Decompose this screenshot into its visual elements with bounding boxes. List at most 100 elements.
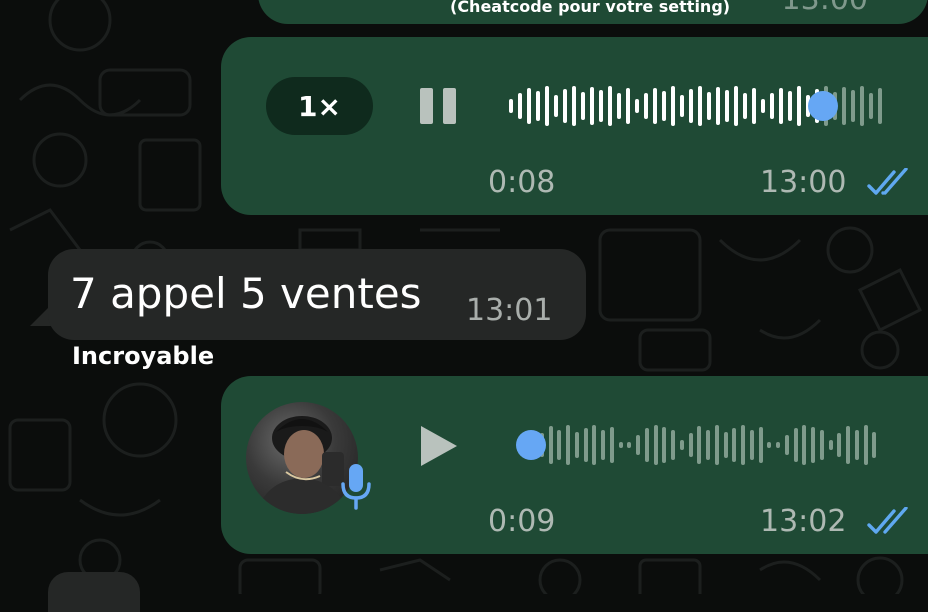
waveform-bar <box>860 86 864 126</box>
waveform-bar <box>706 430 710 460</box>
waveform-bar <box>698 86 702 126</box>
waveform-bar <box>599 90 603 122</box>
playback-speed-label: 1× <box>298 89 341 123</box>
pause-bar-right <box>443 88 456 124</box>
text-message-content: 7 appel 5 ventes <box>70 269 422 318</box>
waveform-bar <box>842 87 846 125</box>
waveform-bar <box>752 88 756 124</box>
waveform-bar <box>545 86 549 126</box>
waveform-bar <box>563 89 567 123</box>
waveform-bar <box>878 88 882 124</box>
waveform-bar <box>725 90 729 122</box>
waveform-bar <box>518 93 522 119</box>
waveform-bar <box>828 440 833 450</box>
waveform-bar <box>758 427 763 463</box>
waveform-bar <box>566 425 570 465</box>
waveform-bar <box>767 442 772 448</box>
waveform-bar <box>679 440 684 450</box>
waveform-bar <box>846 426 850 464</box>
waveform-bar <box>734 86 738 126</box>
waveform-bar <box>776 442 780 448</box>
waveform-bar <box>554 95 558 117</box>
waveform-bar <box>662 427 667 463</box>
waveform-bar <box>716 87 720 125</box>
waveform-bar <box>635 99 639 113</box>
waveform-bar <box>784 435 789 455</box>
waveform-bar <box>743 93 747 119</box>
waveform-bar <box>819 430 824 460</box>
next-message-bubble[interactable] <box>48 572 140 612</box>
waveform-bar <box>869 93 873 119</box>
voice-duration-1: 0:08 <box>488 165 556 200</box>
waveform-bar <box>761 99 765 113</box>
voice-message-bubble-2[interactable]: 0:09 13:02 <box>221 376 928 554</box>
waveform-bar <box>680 95 684 117</box>
waveform-bar <box>536 91 540 121</box>
voice-time-1: 13:00 <box>760 165 847 200</box>
waveform-bar <box>557 430 562 460</box>
waveform-bar <box>618 442 623 448</box>
pause-icon[interactable] <box>420 88 456 124</box>
waveform-bar <box>583 428 588 462</box>
text-message-bubble[interactable]: 7 appel 5 ventes 13:01 <box>48 249 586 340</box>
waveform-bar <box>609 427 614 463</box>
waveform-bar <box>741 425 745 465</box>
waveform-bar <box>581 92 585 120</box>
waveform-bar <box>688 433 693 457</box>
waveform-bar <box>788 91 792 121</box>
waveform-bar <box>802 425 807 465</box>
waveform-bar <box>636 435 640 455</box>
waveform-bar <box>617 93 621 119</box>
waveform-bar <box>671 86 675 126</box>
waveform-bar <box>644 93 648 119</box>
waveform-bar <box>671 430 675 460</box>
top-message-caption: (Cheatcode pour votre setting) <box>450 0 731 16</box>
waveform-bar <box>723 432 728 458</box>
waveform-bar <box>770 93 774 119</box>
double-check-icon <box>867 507 908 534</box>
waveform-bar <box>854 430 859 460</box>
waveform-bar <box>797 86 801 126</box>
waveform-bar <box>811 427 815 463</box>
top-message-time: 13:00 <box>782 0 868 17</box>
waveform-bar <box>626 88 630 124</box>
double-check-icon <box>867 168 908 195</box>
waveform-bar <box>644 428 649 462</box>
waveform-bar <box>548 426 553 464</box>
waveform-bar <box>627 442 632 448</box>
playback-speed-button[interactable]: 1× <box>266 77 373 135</box>
waveform-bar <box>527 88 531 124</box>
waveform-bar <box>592 425 597 465</box>
overlay-caption: Incroyable <box>72 342 215 370</box>
waveform-bar <box>689 89 693 123</box>
text-message-time: 13:01 <box>466 293 553 328</box>
waveform-bar <box>714 425 719 465</box>
play-icon[interactable] <box>419 424 459 468</box>
waveform-bar <box>851 90 855 122</box>
waveform-bar <box>863 425 868 465</box>
waveform-bar <box>779 88 783 124</box>
voice-message-bubble-1[interactable]: 1× 0:08 13:00 <box>221 37 928 215</box>
waveform-bar <box>793 428 798 462</box>
waveform-bar <box>837 433 842 457</box>
waveform-bar <box>608 86 612 126</box>
waveform-bar <box>601 430 605 460</box>
waveform-bar <box>697 426 702 464</box>
waveform-bar <box>653 88 657 124</box>
waveform-bar <box>653 425 658 465</box>
voice-duration-2: 0:09 <box>488 504 556 539</box>
waveform-bar <box>732 428 737 462</box>
waveform-bar <box>749 430 754 460</box>
voice-waveform-2[interactable] <box>531 420 881 470</box>
waveform-bar <box>662 91 666 121</box>
waveform-bar <box>707 92 711 120</box>
waveform-bar <box>872 432 877 458</box>
voice-time-2: 13:02 <box>760 504 847 539</box>
waveform-bar <box>590 87 594 125</box>
mic-icon <box>341 464 371 510</box>
voice-seek-handle-1[interactable] <box>807 91 838 121</box>
waveform-bar <box>509 99 513 113</box>
pause-bar-left <box>420 88 433 124</box>
waveform-bar <box>572 86 576 126</box>
waveform-bar <box>574 432 579 458</box>
